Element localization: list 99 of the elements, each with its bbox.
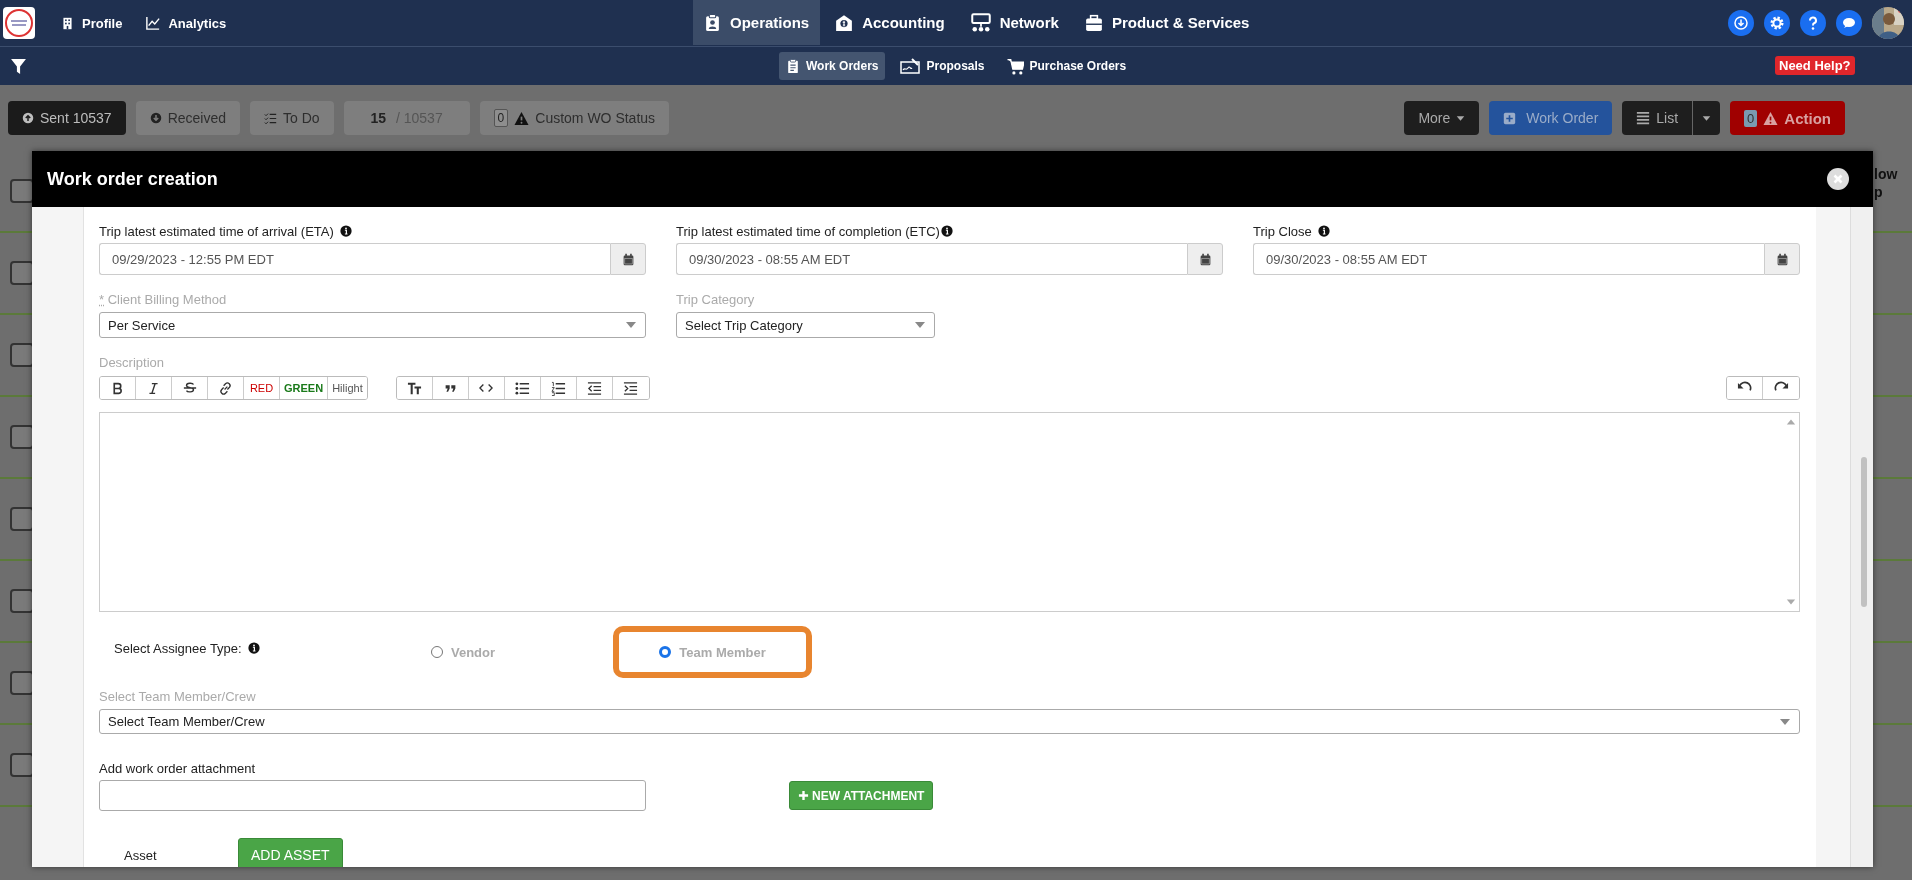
- checkbox[interactable]: [10, 753, 34, 777]
- list-icon: [1636, 111, 1651, 125]
- nav-tab[interactable]: Product & Services: [1073, 0, 1261, 45]
- radio-icon[interactable]: [659, 646, 672, 658]
- field-label: Select Assignee Type:: [114, 640, 242, 656]
- caret-icon: [1456, 113, 1466, 123]
- attachment-field[interactable]: [99, 780, 646, 811]
- checkbox[interactable]: [10, 261, 34, 285]
- checkbox[interactable]: [10, 179, 34, 203]
- italic-icon: [147, 381, 160, 395]
- plus-square-icon: [1503, 111, 1517, 125]
- checkbox[interactable]: [10, 589, 34, 613]
- calendar-button[interactable]: [610, 243, 646, 275]
- checkbox[interactable]: [10, 425, 34, 449]
- signed-document-icon: [900, 56, 921, 76]
- outdent-icon: [586, 380, 602, 396]
- field-label: Trip latest estimated time of arrival (ETA): [99, 223, 334, 239]
- format-button[interactable]: [396, 377, 433, 399]
- download-button[interactable]: [1728, 10, 1754, 36]
- info-icon: [1317, 225, 1330, 237]
- field-label: * Client Billing Method: [99, 291, 227, 307]
- warning-icon: [1763, 110, 1779, 126]
- code-icon: [479, 381, 494, 395]
- help-badge[interactable]: Need Help?: [1775, 56, 1855, 75]
- info-icon: [339, 225, 352, 237]
- field-label: Trip latest estimated time of completion (ETC): [676, 223, 940, 239]
- bullet-list-icon: [514, 380, 530, 396]
- date-field[interactable]: 09/30/2023 - 08:55 AM EDT: [676, 243, 1187, 275]
- column-header: low p: [1874, 165, 1899, 201]
- warning-icon: [514, 110, 530, 126]
- calendar-button[interactable]: [1187, 243, 1223, 275]
- field-label: Description: [99, 354, 165, 370]
- nav-link[interactable]: Analytics: [134, 0, 239, 47]
- nav-tab[interactable]: Network: [959, 0, 1070, 45]
- download-icon: [1733, 15, 1749, 31]
- arrow-down-circle-icon: [149, 112, 162, 124]
- checklist-icon: [264, 111, 277, 125]
- caret-icon: [1702, 113, 1712, 123]
- logo-icon[interactable]: [3, 7, 35, 39]
- strikethrough-icon: [182, 381, 197, 395]
- scroll-down-icon: [1786, 597, 1796, 607]
- calendar-button[interactable]: [1764, 243, 1800, 275]
- chat-icon: [1841, 15, 1857, 31]
- action-button[interactable]: 0 Action: [1730, 101, 1845, 135]
- checkbox[interactable]: [10, 343, 34, 367]
- plus-icon: [798, 790, 809, 801]
- scroll-up-icon: [1786, 417, 1796, 427]
- radio-icon[interactable]: [431, 646, 443, 658]
- checkbox[interactable]: [10, 507, 34, 531]
- clipboard-icon: [786, 59, 800, 73]
- sub-tab[interactable]: Proposals: [893, 52, 992, 80]
- link-icon: [218, 380, 233, 396]
- indent-icon: [623, 380, 639, 396]
- cart-icon: [1006, 57, 1024, 75]
- nav-link[interactable]: Profile: [49, 0, 135, 47]
- nav-tab[interactable]: Operations: [693, 0, 821, 45]
- field-label: Select Team Member/Crew: [99, 688, 256, 704]
- calendar-icon: [621, 252, 635, 266]
- more-button[interactable]: More: [1404, 101, 1480, 135]
- field-label: Add work order attachment: [99, 760, 256, 776]
- bold-button[interactable]: [100, 377, 136, 399]
- text-size-icon: [406, 380, 422, 396]
- filter-icon: [10, 57, 27, 75]
- filter-button[interactable]: Sent 10537: [8, 101, 126, 135]
- line-chart-icon: [146, 16, 161, 30]
- close-button[interactable]: [1827, 168, 1849, 190]
- settings-button[interactable]: [1764, 10, 1790, 36]
- bold-icon: [111, 381, 124, 395]
- network-icon: [970, 12, 991, 33]
- clipboard-icon: [704, 14, 721, 31]
- numbered-list-icon: [550, 380, 566, 396]
- calendar-icon: [1775, 252, 1789, 266]
- sub-tab[interactable]: Purchase Orders: [999, 52, 1134, 80]
- building-icon: [61, 16, 74, 30]
- checkbox[interactable]: [10, 671, 34, 695]
- help-button[interactable]: [1800, 10, 1826, 36]
- settings-icon: [1769, 15, 1785, 31]
- chat-button[interactable]: [1836, 10, 1862, 36]
- undo-button[interactable]: [1727, 377, 1763, 399]
- view-dropdown-button[interactable]: [1692, 101, 1721, 135]
- custom-status-button[interactable]: 0 Custom WO Status: [479, 101, 670, 135]
- info-icon: [247, 642, 260, 654]
- sub-tab[interactable]: Work Orders: [779, 52, 886, 80]
- calendar-icon: [1198, 252, 1212, 266]
- date-field[interactable]: 09/29/2023 - 12:55 PM EDT: [99, 243, 610, 275]
- close-icon: [1831, 172, 1845, 186]
- dialog-title: Work order creation: [47, 168, 218, 190]
- nav-tab[interactable]: Accounting: [824, 0, 956, 45]
- field-label: Trip Category: [676, 291, 755, 307]
- billing-select[interactable]: Per Service: [99, 312, 646, 338]
- list-view-button[interactable]: List: [1622, 101, 1693, 135]
- info-icon: [940, 225, 953, 237]
- arrow-up-circle-icon: [22, 112, 34, 124]
- trip-category-select[interactable]: Select Trip Category: [676, 312, 935, 338]
- field-label: Asset: [124, 847, 158, 863]
- date-field[interactable]: 09/30/2023 - 08:55 AM EDT: [1253, 243, 1764, 275]
- field-label: Trip Close: [1253, 223, 1312, 239]
- team-member-select[interactable]: Select Team Member/Crew: [99, 709, 1800, 734]
- briefcase-icon: [1084, 13, 1103, 32]
